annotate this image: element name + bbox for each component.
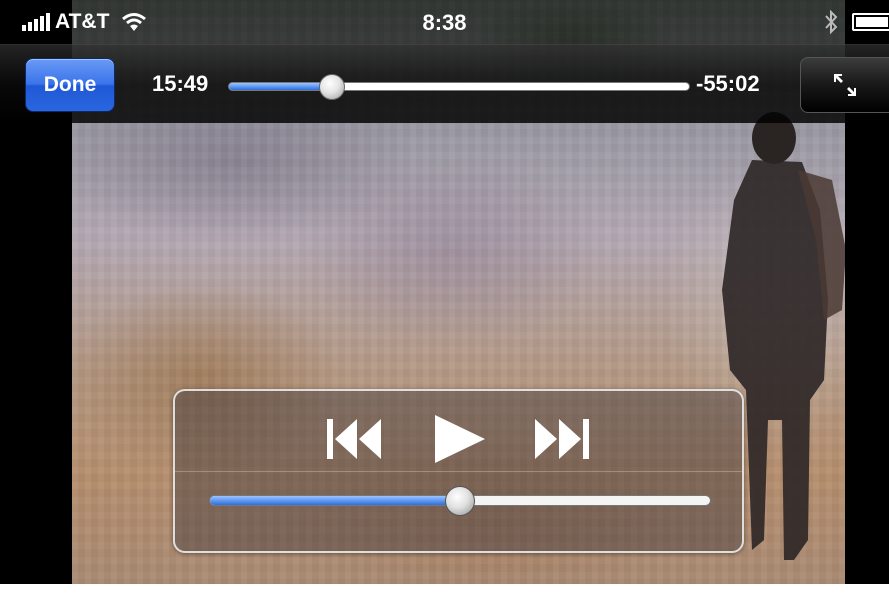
skip-forward-icon <box>535 419 589 459</box>
volume-level-track <box>210 496 460 505</box>
play-icon <box>435 415 485 463</box>
fullscreen-toggle-icon <box>834 74 856 96</box>
volume-thumb[interactable] <box>445 486 475 516</box>
bluetooth-icon <box>825 10 838 34</box>
previous-button[interactable] <box>323 411 387 467</box>
scrubber-thumb[interactable] <box>318 74 345 100</box>
fullscreen-toggle-button[interactable] <box>800 57 889 113</box>
top-control-bar: Done 15:49 -55:02 <box>0 44 889 123</box>
skip-back-icon <box>327 419 381 459</box>
scrubber-played-track <box>229 83 332 90</box>
battery-icon <box>852 13 889 31</box>
time-remaining: -55:02 <box>696 71 760 96</box>
play-button[interactable] <box>427 409 491 469</box>
done-button[interactable]: Done <box>25 58 115 112</box>
next-button[interactable] <box>529 411 593 467</box>
status-time: 8:38 <box>422 10 467 35</box>
playback-controls-panel <box>173 389 744 553</box>
time-elapsed: 15:49 <box>152 71 209 96</box>
playback-scrubber[interactable] <box>228 74 690 100</box>
status-bar: AT&T 8:38 <box>0 0 889 44</box>
volume-slider[interactable] <box>209 486 711 516</box>
